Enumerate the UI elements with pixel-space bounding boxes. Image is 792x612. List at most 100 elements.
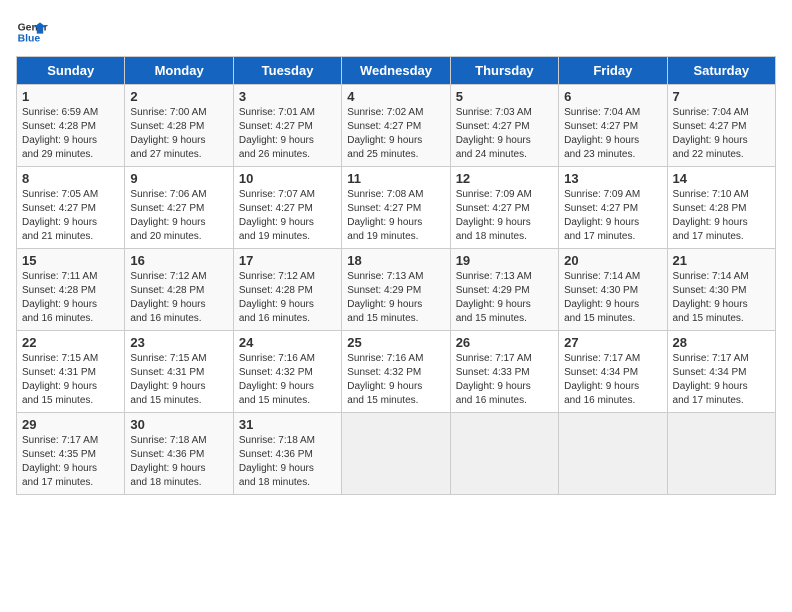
calendar-cell: 27 Sunrise: 7:17 AM Sunset: 4:34 PM Dayl… — [559, 331, 667, 413]
day-number: 21 — [673, 253, 770, 268]
calendar-cell: 28 Sunrise: 7:17 AM Sunset: 4:34 PM Dayl… — [667, 331, 775, 413]
weekday-header-thursday: Thursday — [450, 57, 558, 85]
day-info: Sunrise: 7:18 AM Sunset: 4:36 PM Dayligh… — [130, 434, 227, 490]
day-number: 19 — [456, 253, 553, 268]
day-number: 1 — [22, 89, 119, 104]
calendar-cell: 25 Sunrise: 7:16 AM Sunset: 4:32 PM Dayl… — [342, 331, 450, 413]
logo: General Blue — [16, 16, 48, 48]
day-info: Sunrise: 7:00 AM Sunset: 4:28 PM Dayligh… — [130, 106, 227, 162]
day-info: Sunrise: 7:17 AM Sunset: 4:34 PM Dayligh… — [673, 352, 770, 408]
logo-icon: General Blue — [16, 16, 48, 48]
day-info: Sunrise: 7:15 AM Sunset: 4:31 PM Dayligh… — [130, 352, 227, 408]
weekday-header-monday: Monday — [125, 57, 233, 85]
day-info: Sunrise: 7:09 AM Sunset: 4:27 PM Dayligh… — [456, 188, 553, 244]
day-info: Sunrise: 7:04 AM Sunset: 4:27 PM Dayligh… — [673, 106, 770, 162]
calendar-cell: 1 Sunrise: 6:59 AM Sunset: 4:28 PM Dayli… — [17, 85, 125, 167]
day-info: Sunrise: 7:04 AM Sunset: 4:27 PM Dayligh… — [564, 106, 661, 162]
day-info: Sunrise: 7:13 AM Sunset: 4:29 PM Dayligh… — [347, 270, 444, 326]
day-number: 2 — [130, 89, 227, 104]
day-info: Sunrise: 6:59 AM Sunset: 4:28 PM Dayligh… — [22, 106, 119, 162]
weekday-header-friday: Friday — [559, 57, 667, 85]
day-number: 24 — [239, 335, 336, 350]
day-number: 7 — [673, 89, 770, 104]
calendar-cell: 22 Sunrise: 7:15 AM Sunset: 4:31 PM Dayl… — [17, 331, 125, 413]
day-number: 25 — [347, 335, 444, 350]
day-info: Sunrise: 7:07 AM Sunset: 4:27 PM Dayligh… — [239, 188, 336, 244]
calendar-cell: 31 Sunrise: 7:18 AM Sunset: 4:36 PM Dayl… — [233, 413, 341, 495]
day-info: Sunrise: 7:14 AM Sunset: 4:30 PM Dayligh… — [673, 270, 770, 326]
day-info: Sunrise: 7:15 AM Sunset: 4:31 PM Dayligh… — [22, 352, 119, 408]
calendar-cell: 11 Sunrise: 7:08 AM Sunset: 4:27 PM Dayl… — [342, 167, 450, 249]
day-info: Sunrise: 7:14 AM Sunset: 4:30 PM Dayligh… — [564, 270, 661, 326]
day-number: 5 — [456, 89, 553, 104]
calendar-cell — [342, 413, 450, 495]
calendar-cell: 29 Sunrise: 7:17 AM Sunset: 4:35 PM Dayl… — [17, 413, 125, 495]
day-number: 27 — [564, 335, 661, 350]
calendar-cell: 20 Sunrise: 7:14 AM Sunset: 4:30 PM Dayl… — [559, 249, 667, 331]
calendar-cell: 7 Sunrise: 7:04 AM Sunset: 4:27 PM Dayli… — [667, 85, 775, 167]
day-info: Sunrise: 7:12 AM Sunset: 4:28 PM Dayligh… — [239, 270, 336, 326]
day-info: Sunrise: 7:02 AM Sunset: 4:27 PM Dayligh… — [347, 106, 444, 162]
weekday-header-saturday: Saturday — [667, 57, 775, 85]
day-number: 12 — [456, 171, 553, 186]
calendar-cell: 17 Sunrise: 7:12 AM Sunset: 4:28 PM Dayl… — [233, 249, 341, 331]
calendar-cell: 5 Sunrise: 7:03 AM Sunset: 4:27 PM Dayli… — [450, 85, 558, 167]
calendar-cell: 14 Sunrise: 7:10 AM Sunset: 4:28 PM Dayl… — [667, 167, 775, 249]
day-number: 6 — [564, 89, 661, 104]
day-info: Sunrise: 7:09 AM Sunset: 4:27 PM Dayligh… — [564, 188, 661, 244]
calendar-cell: 21 Sunrise: 7:14 AM Sunset: 4:30 PM Dayl… — [667, 249, 775, 331]
day-info: Sunrise: 7:13 AM Sunset: 4:29 PM Dayligh… — [456, 270, 553, 326]
calendar-cell: 23 Sunrise: 7:15 AM Sunset: 4:31 PM Dayl… — [125, 331, 233, 413]
calendar-cell — [667, 413, 775, 495]
calendar-cell: 8 Sunrise: 7:05 AM Sunset: 4:27 PM Dayli… — [17, 167, 125, 249]
day-number: 31 — [239, 417, 336, 432]
day-info: Sunrise: 7:11 AM Sunset: 4:28 PM Dayligh… — [22, 270, 119, 326]
day-info: Sunrise: 7:17 AM Sunset: 4:35 PM Dayligh… — [22, 434, 119, 490]
calendar-cell: 18 Sunrise: 7:13 AM Sunset: 4:29 PM Dayl… — [342, 249, 450, 331]
day-number: 20 — [564, 253, 661, 268]
day-info: Sunrise: 7:06 AM Sunset: 4:27 PM Dayligh… — [130, 188, 227, 244]
calendar-cell: 15 Sunrise: 7:11 AM Sunset: 4:28 PM Dayl… — [17, 249, 125, 331]
day-number: 3 — [239, 89, 336, 104]
day-info: Sunrise: 7:05 AM Sunset: 4:27 PM Dayligh… — [22, 188, 119, 244]
day-info: Sunrise: 7:12 AM Sunset: 4:28 PM Dayligh… — [130, 270, 227, 326]
calendar-cell: 4 Sunrise: 7:02 AM Sunset: 4:27 PM Dayli… — [342, 85, 450, 167]
day-number: 10 — [239, 171, 336, 186]
day-number: 22 — [22, 335, 119, 350]
weekday-header-sunday: Sunday — [17, 57, 125, 85]
day-info: Sunrise: 7:18 AM Sunset: 4:36 PM Dayligh… — [239, 434, 336, 490]
calendar-header: General Blue — [16, 16, 776, 48]
weekday-header-wednesday: Wednesday — [342, 57, 450, 85]
calendar-cell: 13 Sunrise: 7:09 AM Sunset: 4:27 PM Dayl… — [559, 167, 667, 249]
calendar-cell — [559, 413, 667, 495]
calendar-cell: 2 Sunrise: 7:00 AM Sunset: 4:28 PM Dayli… — [125, 85, 233, 167]
day-number: 16 — [130, 253, 227, 268]
day-info: Sunrise: 7:16 AM Sunset: 4:32 PM Dayligh… — [239, 352, 336, 408]
day-info: Sunrise: 7:16 AM Sunset: 4:32 PM Dayligh… — [347, 352, 444, 408]
day-number: 14 — [673, 171, 770, 186]
day-number: 13 — [564, 171, 661, 186]
day-number: 17 — [239, 253, 336, 268]
day-info: Sunrise: 7:03 AM Sunset: 4:27 PM Dayligh… — [456, 106, 553, 162]
calendar-cell: 26 Sunrise: 7:17 AM Sunset: 4:33 PM Dayl… — [450, 331, 558, 413]
day-number: 11 — [347, 171, 444, 186]
calendar-cell: 19 Sunrise: 7:13 AM Sunset: 4:29 PM Dayl… — [450, 249, 558, 331]
day-number: 23 — [130, 335, 227, 350]
svg-text:Blue: Blue — [18, 34, 41, 45]
day-number: 15 — [22, 253, 119, 268]
day-number: 9 — [130, 171, 227, 186]
day-number: 28 — [673, 335, 770, 350]
calendar-cell: 10 Sunrise: 7:07 AM Sunset: 4:27 PM Dayl… — [233, 167, 341, 249]
weekday-header-tuesday: Tuesday — [233, 57, 341, 85]
day-info: Sunrise: 7:10 AM Sunset: 4:28 PM Dayligh… — [673, 188, 770, 244]
day-info: Sunrise: 7:01 AM Sunset: 4:27 PM Dayligh… — [239, 106, 336, 162]
calendar-table: SundayMondayTuesdayWednesdayThursdayFrid… — [16, 56, 776, 495]
day-info: Sunrise: 7:08 AM Sunset: 4:27 PM Dayligh… — [347, 188, 444, 244]
calendar-cell: 12 Sunrise: 7:09 AM Sunset: 4:27 PM Dayl… — [450, 167, 558, 249]
calendar-cell — [450, 413, 558, 495]
day-number: 4 — [347, 89, 444, 104]
day-info: Sunrise: 7:17 AM Sunset: 4:33 PM Dayligh… — [456, 352, 553, 408]
calendar-cell: 3 Sunrise: 7:01 AM Sunset: 4:27 PM Dayli… — [233, 85, 341, 167]
calendar-cell: 24 Sunrise: 7:16 AM Sunset: 4:32 PM Dayl… — [233, 331, 341, 413]
day-number: 30 — [130, 417, 227, 432]
